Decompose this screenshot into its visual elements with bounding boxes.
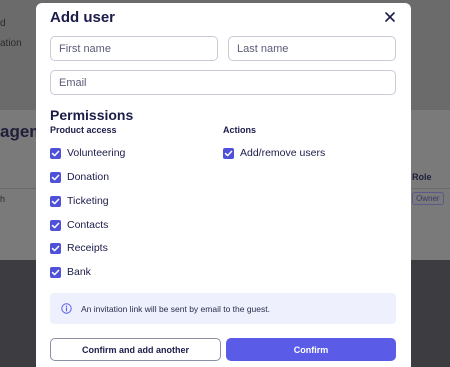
checkbox-label: Add/remove users	[240, 147, 326, 159]
checkbox-donation[interactable]: Donation	[50, 170, 109, 184]
background-text: d	[0, 18, 6, 29]
actions-heading: Actions	[223, 125, 257, 135]
email-input[interactable]	[50, 70, 396, 95]
background-text: ation	[0, 38, 22, 49]
first-name-input[interactable]	[50, 36, 218, 61]
checkbox-checked-icon	[223, 147, 234, 159]
checkbox-checked-icon	[50, 171, 61, 183]
info-text: An invitation link will be sent by email…	[81, 303, 270, 314]
checkbox-label: Volunteering	[67, 147, 126, 159]
checkbox-receipts[interactable]: Receipts	[50, 241, 108, 255]
add-user-modal: Add user Permissions Product access Acti…	[36, 3, 411, 367]
invitation-info-box: An invitation link will be sent by email…	[50, 293, 396, 324]
background-row-name: h	[0, 194, 6, 204]
checkbox-contacts[interactable]: Contacts	[50, 218, 108, 232]
close-icon[interactable]	[383, 10, 397, 24]
checkbox-label: Donation	[67, 171, 110, 183]
checkbox-add-remove-users[interactable]: Add/remove users	[223, 146, 325, 160]
product-access-heading: Product access	[50, 125, 117, 135]
checkbox-bank[interactable]: Bank	[50, 265, 91, 279]
checkbox-ticketing[interactable]: Ticketing	[50, 194, 109, 208]
checkbox-volunteering[interactable]: Volunteering	[50, 146, 125, 160]
background-role-header: Role	[412, 172, 432, 182]
modal-title: Add user	[50, 9, 116, 26]
checkbox-label: Bank	[67, 266, 91, 278]
checkbox-label: Receipts	[67, 242, 108, 254]
checkbox-checked-icon	[50, 195, 61, 207]
checkbox-label: Contacts	[67, 219, 109, 231]
checkbox-label: Ticketing	[67, 195, 109, 207]
info-icon	[61, 303, 72, 314]
confirm-button[interactable]: Confirm	[226, 338, 396, 361]
background-owner-badge: Owner	[412, 192, 444, 205]
checkbox-checked-icon	[50, 219, 61, 231]
checkbox-checked-icon	[50, 266, 61, 278]
confirm-and-add-another-button[interactable]: Confirm and add another	[50, 338, 221, 361]
last-name-input[interactable]	[228, 36, 396, 61]
permissions-title: Permissions	[50, 107, 134, 123]
checkbox-checked-icon	[50, 147, 61, 159]
checkbox-checked-icon	[50, 242, 61, 254]
